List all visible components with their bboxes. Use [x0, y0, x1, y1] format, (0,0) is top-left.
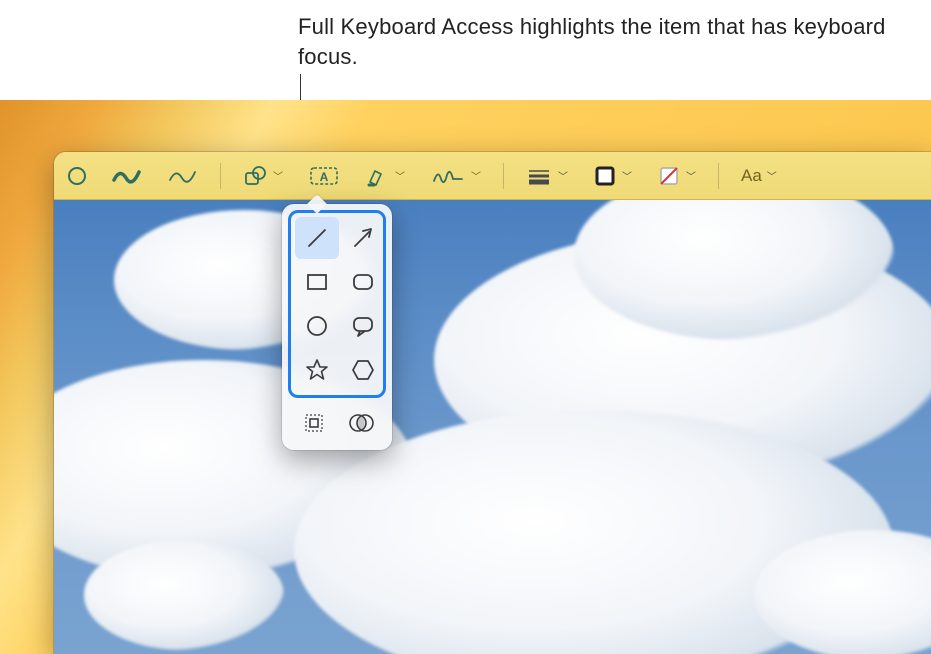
rounded-rectangle-icon: [349, 268, 377, 296]
lines-icon: [526, 166, 552, 186]
shape-rounded-rectangle[interactable]: [341, 261, 385, 303]
line-icon: [303, 224, 331, 252]
text-box-icon: A: [309, 165, 339, 187]
chevron-down-icon: ﹀: [471, 168, 481, 183]
oval-icon: [303, 312, 331, 340]
text-box-button[interactable]: A: [299, 160, 349, 192]
chevron-down-icon: ﹀: [273, 168, 283, 183]
line-style-button[interactable]: ﹀: [516, 160, 578, 192]
shape-hexagon[interactable]: [341, 349, 385, 391]
chevron-down-icon: ﹀: [622, 168, 632, 183]
text-style-label: Aa: [741, 166, 762, 186]
cloud-decoration: [84, 540, 284, 650]
shape-speech-bubble[interactable]: [341, 305, 385, 347]
squiggle-thin-icon: [168, 166, 198, 186]
chevron-down-icon: ﹀: [767, 168, 777, 183]
record-indicator-icon: [68, 167, 86, 185]
shapes-popover-extras: [288, 398, 386, 442]
crop-loupe-icon: [301, 411, 327, 435]
speech-bubble-icon: [349, 312, 377, 340]
freehand-draw-button[interactable]: [158, 160, 208, 192]
shapes-popover: [282, 204, 392, 450]
shape-line[interactable]: [295, 217, 339, 259]
callout-text: Full Keyboard Access highlights the item…: [298, 12, 931, 71]
loupe-tool[interactable]: [292, 406, 336, 440]
squiggle-bold-icon: [112, 166, 142, 186]
fill-swatch-icon: [658, 165, 680, 187]
separator: [718, 163, 719, 189]
mask-overlap-icon: [347, 411, 375, 435]
sign-button[interactable]: ﹀: [421, 160, 491, 192]
image-canvas[interactable]: [54, 200, 931, 654]
fill-color-button[interactable]: ﹀: [648, 160, 706, 192]
shape-arrow[interactable]: [341, 217, 385, 259]
svg-text:A: A: [320, 170, 329, 184]
markup-toolbar: ﹀ A ﹀ ﹀: [54, 152, 931, 200]
chevron-down-icon: ﹀: [686, 168, 696, 183]
freehand-sketch-button[interactable]: [102, 160, 152, 192]
shapes-focus-ring-group: [288, 210, 386, 398]
highlight-button[interactable]: ﹀: [355, 160, 415, 192]
separator: [220, 163, 221, 189]
shape-rectangle[interactable]: [295, 261, 339, 303]
shapes-button[interactable]: ﹀: [233, 160, 293, 192]
rectangle-icon: [303, 268, 331, 296]
stroke-swatch-icon: [594, 165, 616, 187]
hexagon-icon: [349, 356, 377, 384]
preview-window: ﹀ A ﹀ ﹀: [54, 152, 931, 654]
separator: [503, 163, 504, 189]
stroke-color-button[interactable]: ﹀: [584, 160, 642, 192]
chevron-down-icon: ﹀: [558, 168, 568, 183]
highlighter-icon: [365, 165, 389, 187]
signature-icon: [431, 165, 465, 187]
arrow-icon: [349, 224, 377, 252]
shape-oval[interactable]: [295, 305, 339, 347]
text-style-button[interactable]: Aa ﹀: [731, 160, 787, 192]
star-icon: [303, 356, 331, 384]
shape-star[interactable]: [295, 349, 339, 391]
mask-tool[interactable]: [339, 406, 383, 440]
shape-tool-icon: [243, 165, 267, 187]
chevron-down-icon: ﹀: [395, 168, 405, 183]
